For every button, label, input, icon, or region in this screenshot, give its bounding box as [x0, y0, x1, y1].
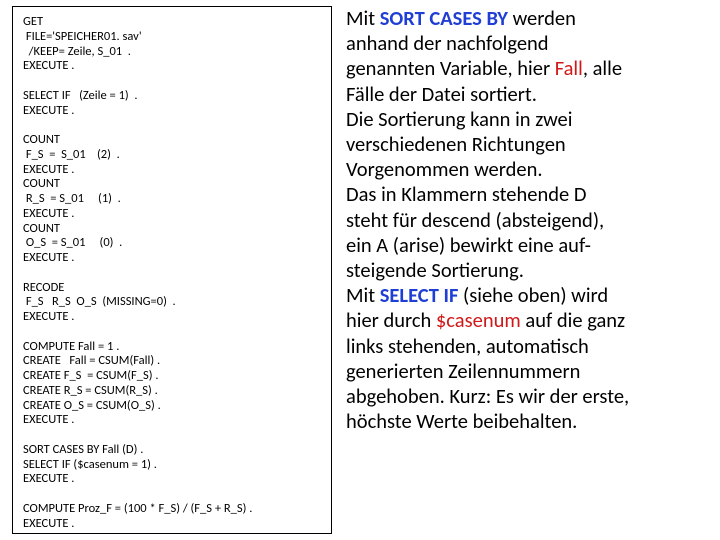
line-6: verschiedenen Richtungen — [346, 131, 566, 157]
line-8: Das in Klammern stehende D — [346, 181, 586, 207]
keyword-casenum: $casenum — [436, 307, 521, 333]
line-12b: (siehe oben) wird — [458, 282, 608, 308]
line-13b: auf die ganz — [521, 307, 625, 333]
line-3b: , alle — [583, 55, 622, 81]
syntax-code-box: GET FILE='SPEICHER01. sav' /KEEP= Zeile,… — [12, 6, 332, 534]
line-16: abgehoben. Kurz: Es wir der erste, — [346, 383, 629, 409]
line-2: anhand der nachfolgend — [346, 30, 549, 56]
line-10: ein A (arise) bewirkt eine auf- — [346, 232, 591, 258]
line-1b: werden — [508, 5, 576, 31]
line-12a: Mit — [346, 282, 380, 308]
line-9: steht für descend (absteigend), — [346, 207, 604, 233]
slide-page: GET FILE='SPEICHER01. sav' /KEEP= Zeile,… — [0, 0, 720, 540]
line-4: Fälle der Datei sortiert. — [346, 81, 537, 107]
explanation-text: Mit SORT CASES BY werden anhand der nach… — [332, 6, 716, 534]
line-1a: Mit — [346, 5, 380, 31]
code-block-7: COMPUTE Proz_F = (100 * F_S) / (F_S + R_… — [23, 501, 252, 531]
code-block-5: COMPUTE Fall = 1 . CREATE Fall = CSUM(Fa… — [23, 339, 161, 428]
line-15: generierten Zeilennummern — [346, 358, 580, 384]
line-14: links stehenden, automatisch — [346, 333, 589, 359]
line-3a: genannten Variable, hier — [346, 55, 555, 81]
line-5: Die Sortierung kann in zwei — [346, 106, 572, 132]
code-block-4: RECODE F_S R_S O_S (MISSING=0) . EXECUTE… — [23, 280, 176, 325]
code-block-6: SORT CASES BY Fall (D) . SELECT IF ($cas… — [23, 442, 157, 487]
line-13a: hier durch — [346, 307, 436, 333]
code-block-2: SELECT IF (Zeile = 1) . EXECUTE . — [23, 88, 138, 118]
line-17: höchste Werte beibehalten. — [346, 408, 577, 434]
code-block-1: GET FILE='SPEICHER01. sav' /KEEP= Zeile,… — [23, 14, 142, 73]
line-11: steigende Sortierung. — [346, 257, 524, 283]
line-7: Vorgenommen werden. — [346, 156, 543, 182]
code-block-3: COUNT F_S = S_01 (2) . EXECUTE . COUNT R… — [23, 132, 122, 265]
keyword-fall: Fall — [555, 55, 583, 81]
keyword-select-if: SELECT IF — [380, 282, 459, 308]
keyword-sort-cases-by: SORT CASES BY — [380, 5, 508, 31]
